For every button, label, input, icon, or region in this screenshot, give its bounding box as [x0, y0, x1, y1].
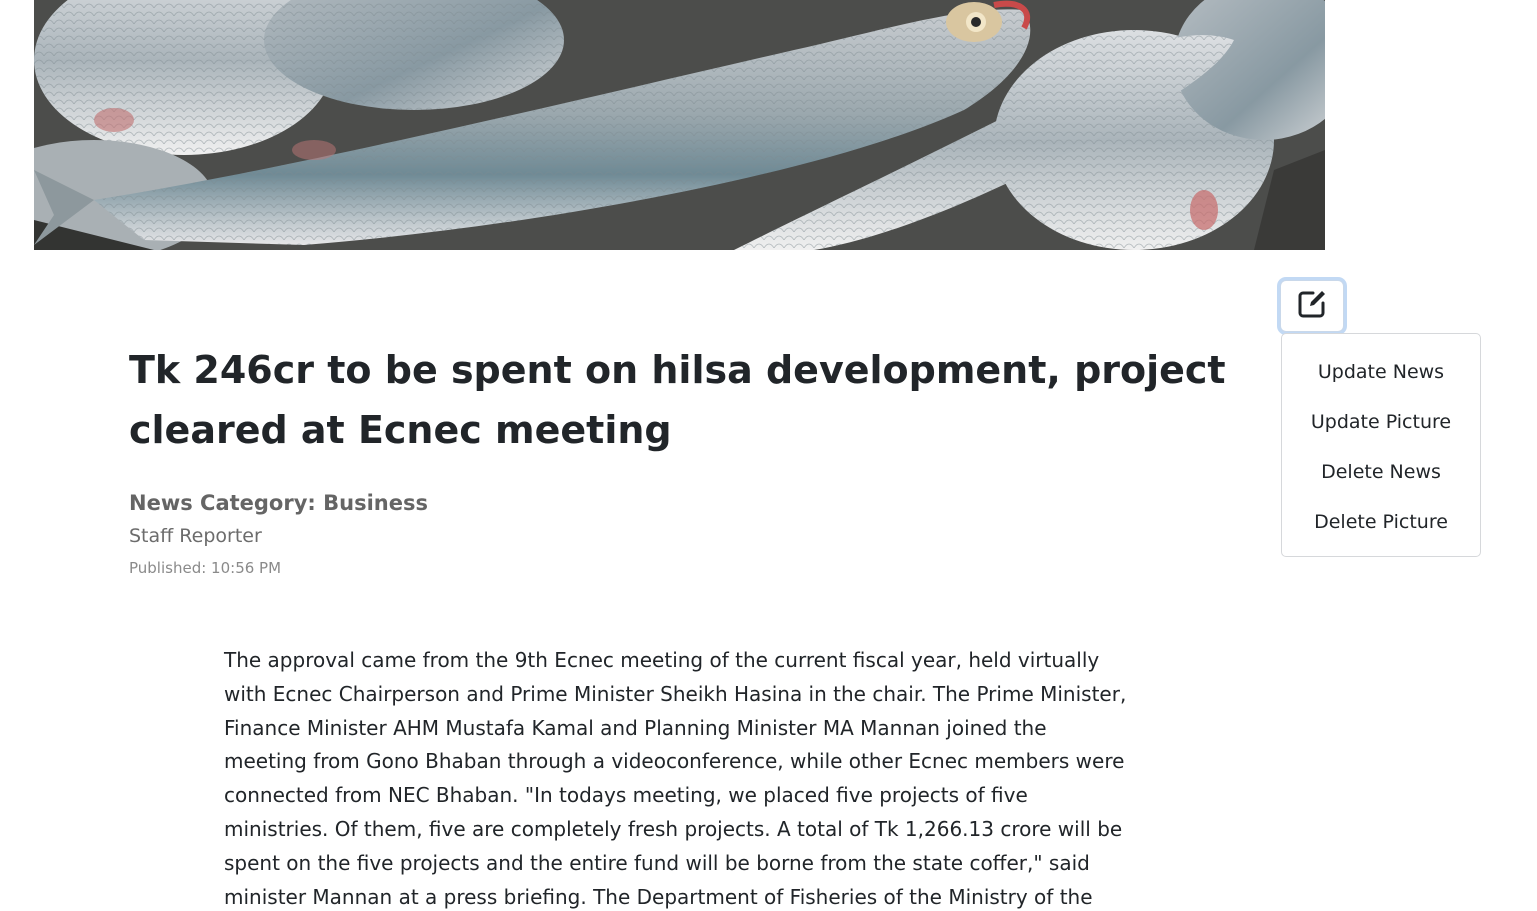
edit-square-icon	[1296, 288, 1328, 324]
news-category: News Category: Business	[129, 491, 428, 515]
published-value: 10:56 PM	[211, 559, 282, 577]
update-picture-menu-item[interactable]: Update Picture	[1282, 397, 1480, 447]
article-body: The approval came from the 9th Ecnec mee…	[224, 648, 1127, 909]
published-time: Published: 10:56 PM	[129, 559, 281, 577]
delete-news-menu-item[interactable]: Delete News	[1282, 447, 1480, 497]
hero-image	[34, 0, 1325, 250]
news-category-label: News Category:	[129, 491, 324, 515]
news-detail-page: Update News Update Picture Delete News D…	[0, 0, 1537, 911]
reporter-name: Staff Reporter	[129, 525, 262, 547]
article-headline: Tk 246cr to be spent on hilsa developmen…	[129, 348, 1226, 452]
delete-picture-menu-item[interactable]: Delete Picture	[1282, 497, 1480, 547]
edit-dropdown-menu: Update News Update Picture Delete News D…	[1281, 333, 1481, 557]
published-label: Published:	[129, 559, 212, 577]
fish-photo	[34, 0, 1325, 250]
update-news-menu-item[interactable]: Update News	[1282, 347, 1480, 397]
news-category-value: Business	[323, 491, 428, 515]
edit-menu-button[interactable]	[1280, 280, 1344, 332]
